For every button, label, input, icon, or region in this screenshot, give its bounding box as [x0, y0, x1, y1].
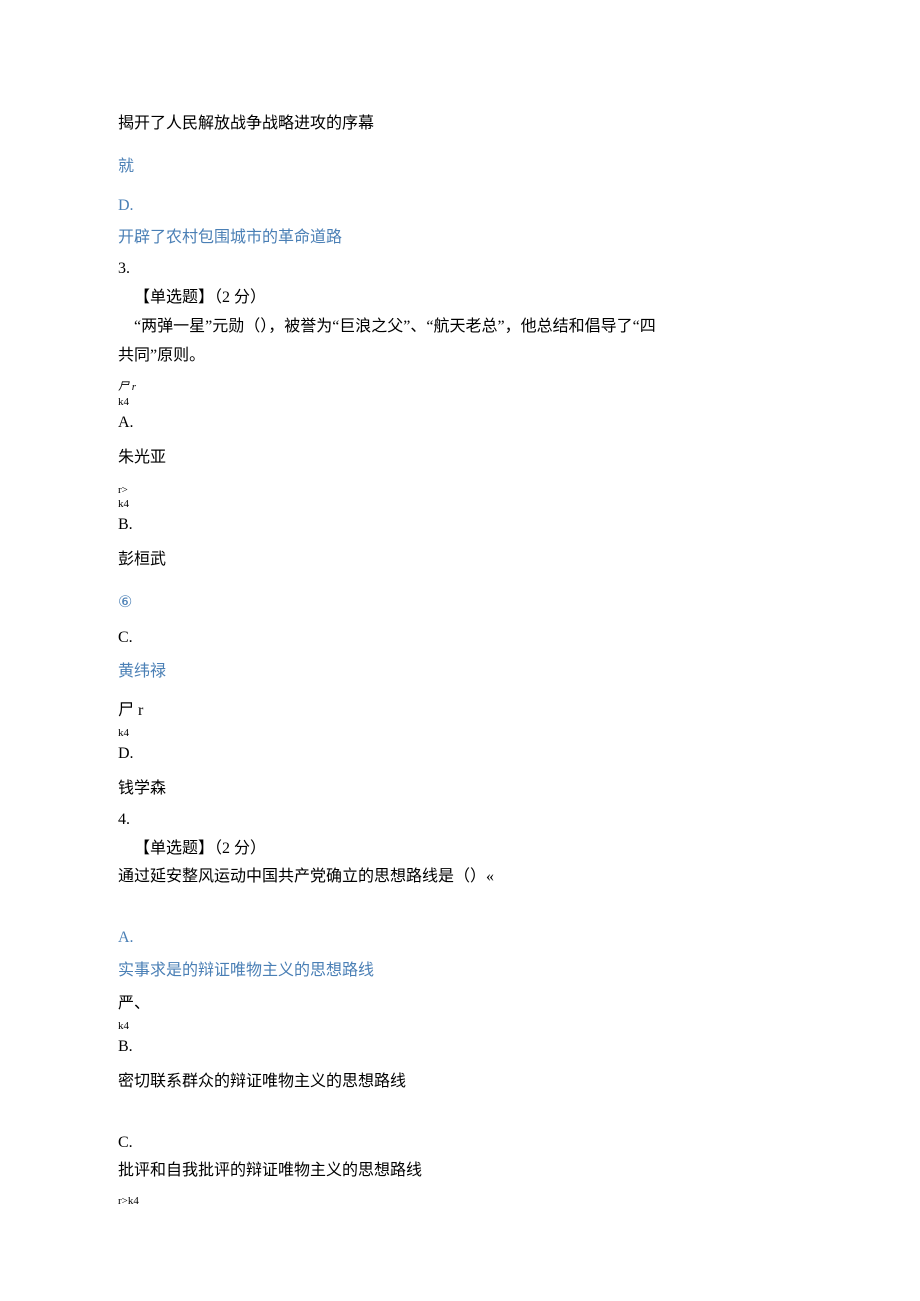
q4-c-text: 批评和自我批评的辩证唯物主义的思想路线 [118, 1157, 802, 1186]
q3-stem-line1: “两弹一星”元勋（），被誉为“巨浪之父”、“航天老总”，他总结和倡导了“四 [118, 313, 802, 342]
q3-stem-line2: 共同”原则。 [118, 342, 802, 371]
q3-c-text: 黄纬禄 [118, 658, 802, 687]
q3-d-text: 钱学森 [118, 775, 802, 804]
q3-a-text: 朱光亚 [118, 444, 802, 473]
q4-a-text: 实事求是的辩证唯物主义的思想路线 [118, 957, 802, 986]
q3-d-marker-top: 尸 r [118, 697, 802, 726]
q3-type-label: 【单选题】（2 分） [118, 284, 802, 313]
q4-b-marker-top: 严、 [118, 990, 802, 1019]
document-page: 揭开了人民解放战争战略进攻的序幕 就 D. 开辟了农村包围城市的革命道路 3. … [0, 0, 920, 1268]
q3-number: 3. [118, 255, 802, 284]
q3-b-label: B. [118, 511, 802, 540]
q4-b-marker-sub: k4 [118, 1019, 802, 1033]
q4-end-marker: r>k4 [118, 1194, 802, 1208]
q4-b-label: B. [118, 1033, 802, 1062]
q4-b-text: 密切联系群众的辩证唯物主义的思想路线 [118, 1068, 802, 1097]
q4-type-label: 【单选题】（2 分） [118, 835, 802, 864]
q3-d-label: D. [118, 740, 802, 769]
q4-c-label: C. [118, 1129, 802, 1158]
prev-option-text: 揭开了人民解放战争战略进攻的序幕 [118, 110, 802, 139]
q3-b-text: 彭桓武 [118, 546, 802, 575]
marker-jiu: 就 [118, 153, 802, 182]
q3-b-marker-top: r> [118, 483, 802, 497]
q3-c-marker: ⑥ [118, 589, 802, 618]
q3-a-marker-sub: k4 [118, 395, 802, 409]
q3-a-marker-top: 尸 r [118, 380, 802, 394]
q4-a-label: A. [118, 924, 802, 953]
q4-number: 4. [118, 806, 802, 835]
option-d-text: 开辟了农村包围城市的革命道路 [118, 224, 802, 253]
q4-stem: 通过延安整风运动中国共产党确立的思想路线是（）« [118, 863, 802, 892]
option-d-label: D. [118, 192, 802, 221]
q3-c-label: C. [118, 624, 802, 653]
q3-b-marker-sub: k4 [118, 497, 802, 511]
q3-d-marker-sub: k4 [118, 726, 802, 740]
q3-a-label: A. [118, 409, 802, 438]
